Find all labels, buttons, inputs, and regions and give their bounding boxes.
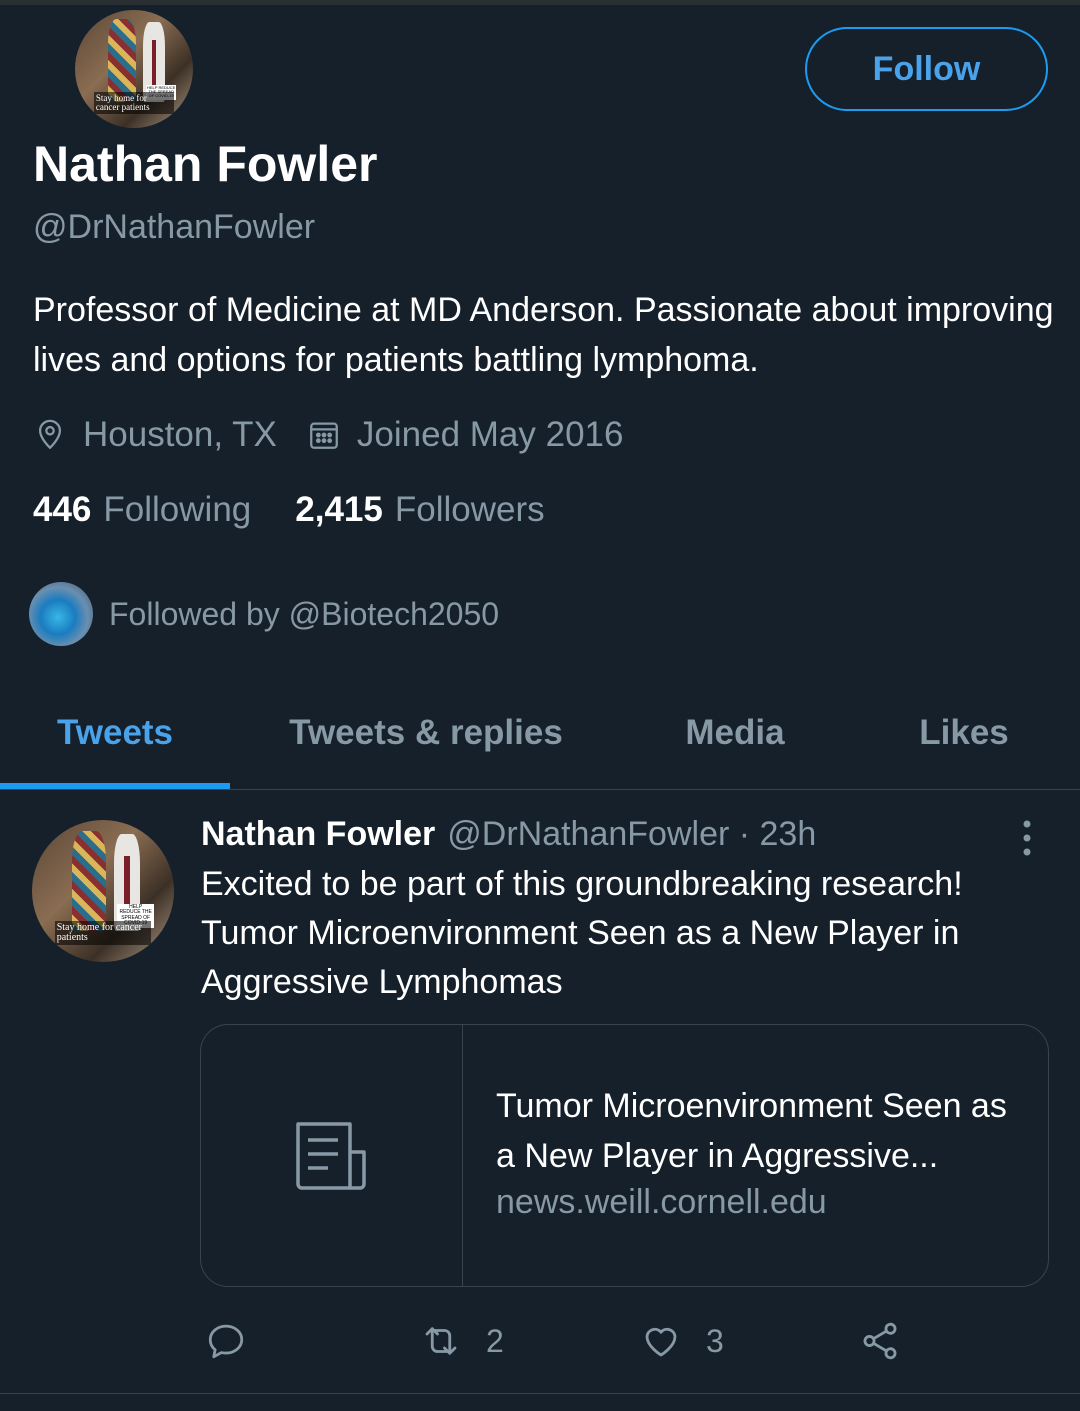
heart-icon [645, 1327, 677, 1357]
profile-bio: Professor of Medicine at MD Anderson. Pa… [33, 291, 1054, 379]
follower-avatar [29, 582, 93, 646]
tab-tweets[interactable]: Tweets [0, 680, 230, 785]
location-pin-icon [38, 419, 62, 450]
link-card-thumbnail [201, 1025, 463, 1286]
joined-text: Joined May 2016 [356, 415, 624, 454]
reply-button[interactable] [205, 1320, 247, 1362]
reply-icon [208, 1324, 244, 1359]
article-icon [295, 1121, 366, 1190]
location-text: Houston, TX [83, 415, 277, 454]
link-card[interactable]: Tumor Microenvironment Seen as a New Pla… [200, 1024, 1049, 1287]
followed-by[interactable]: Followed by @Biotech2050 [29, 582, 499, 646]
profile-header: HELP REDUCE THE SPREAD OF COVID-19 Stay … [0, 5, 1080, 785]
link-card-title: Tumor Microenvironment Seen as a New Pla… [496, 1087, 1007, 1175]
profile-handle: @DrNathanFowler [33, 208, 316, 246]
avatar-tie [151, 39, 157, 87]
following-count[interactable]: 446 [33, 490, 91, 530]
tweet-text: Excited to be part of this groundbreakin… [201, 865, 963, 1001]
profile-location: Houston, TX [33, 415, 277, 455]
followed-by-text: Followed by @Biotech2050 [109, 595, 500, 632]
followers-label[interactable]: Followers [395, 490, 545, 530]
retweet-count: 2 [486, 1322, 504, 1359]
tweet-author-name[interactable]: Nathan Fowler [201, 815, 435, 854]
more-options-icon[interactable] [1018, 818, 1036, 858]
tab-tweets-replies[interactable]: Tweets & replies [245, 680, 607, 785]
avatar-figure [108, 19, 137, 103]
share-button[interactable] [859, 1320, 901, 1362]
avatar-caption: Stay home for cancer patients [93, 91, 175, 114]
tab-likes[interactable]: Likes [870, 680, 1058, 785]
profile-tabs: Tweets Tweets & replies Media Likes [0, 680, 1080, 790]
profile-joined: Joined May 2016 [307, 415, 624, 455]
tweet-header: Nathan Fowler @DrNathanFowler · 23h [201, 815, 816, 854]
tweet-actions: 2 3 [0, 1310, 1080, 1370]
follow-counts: 446 Following 2,415 Followers [33, 490, 589, 530]
profile-name: Nathan Fowler [33, 136, 378, 192]
tweet-author-meta: @DrNathanFowler · 23h [447, 815, 817, 853]
retweet-button[interactable]: 2 [420, 1320, 504, 1362]
follow-button[interactable]: Follow [805, 27, 1048, 111]
link-card-domain: news.weill.cornell.edu [496, 1183, 827, 1221]
tab-media[interactable]: Media [640, 680, 830, 785]
active-tab-indicator [0, 783, 230, 789]
profile-meta: Houston, TX Joined May 2016 [33, 410, 653, 460]
tweet[interactable]: Nathan Fowler @DrNathanFowler · 23h Exci… [0, 790, 1080, 1394]
share-icon [863, 1322, 897, 1360]
profile-avatar[interactable]: HELP REDUCE THE SPREAD OF COVID-19 Stay … [73, 8, 195, 130]
following-label[interactable]: Following [103, 490, 251, 530]
like-button[interactable]: 3 [640, 1320, 724, 1362]
followers-count[interactable]: 2,415 [295, 490, 383, 530]
calendar-icon [310, 422, 338, 449]
retweet-icon [425, 1327, 457, 1355]
like-count: 3 [706, 1322, 724, 1359]
